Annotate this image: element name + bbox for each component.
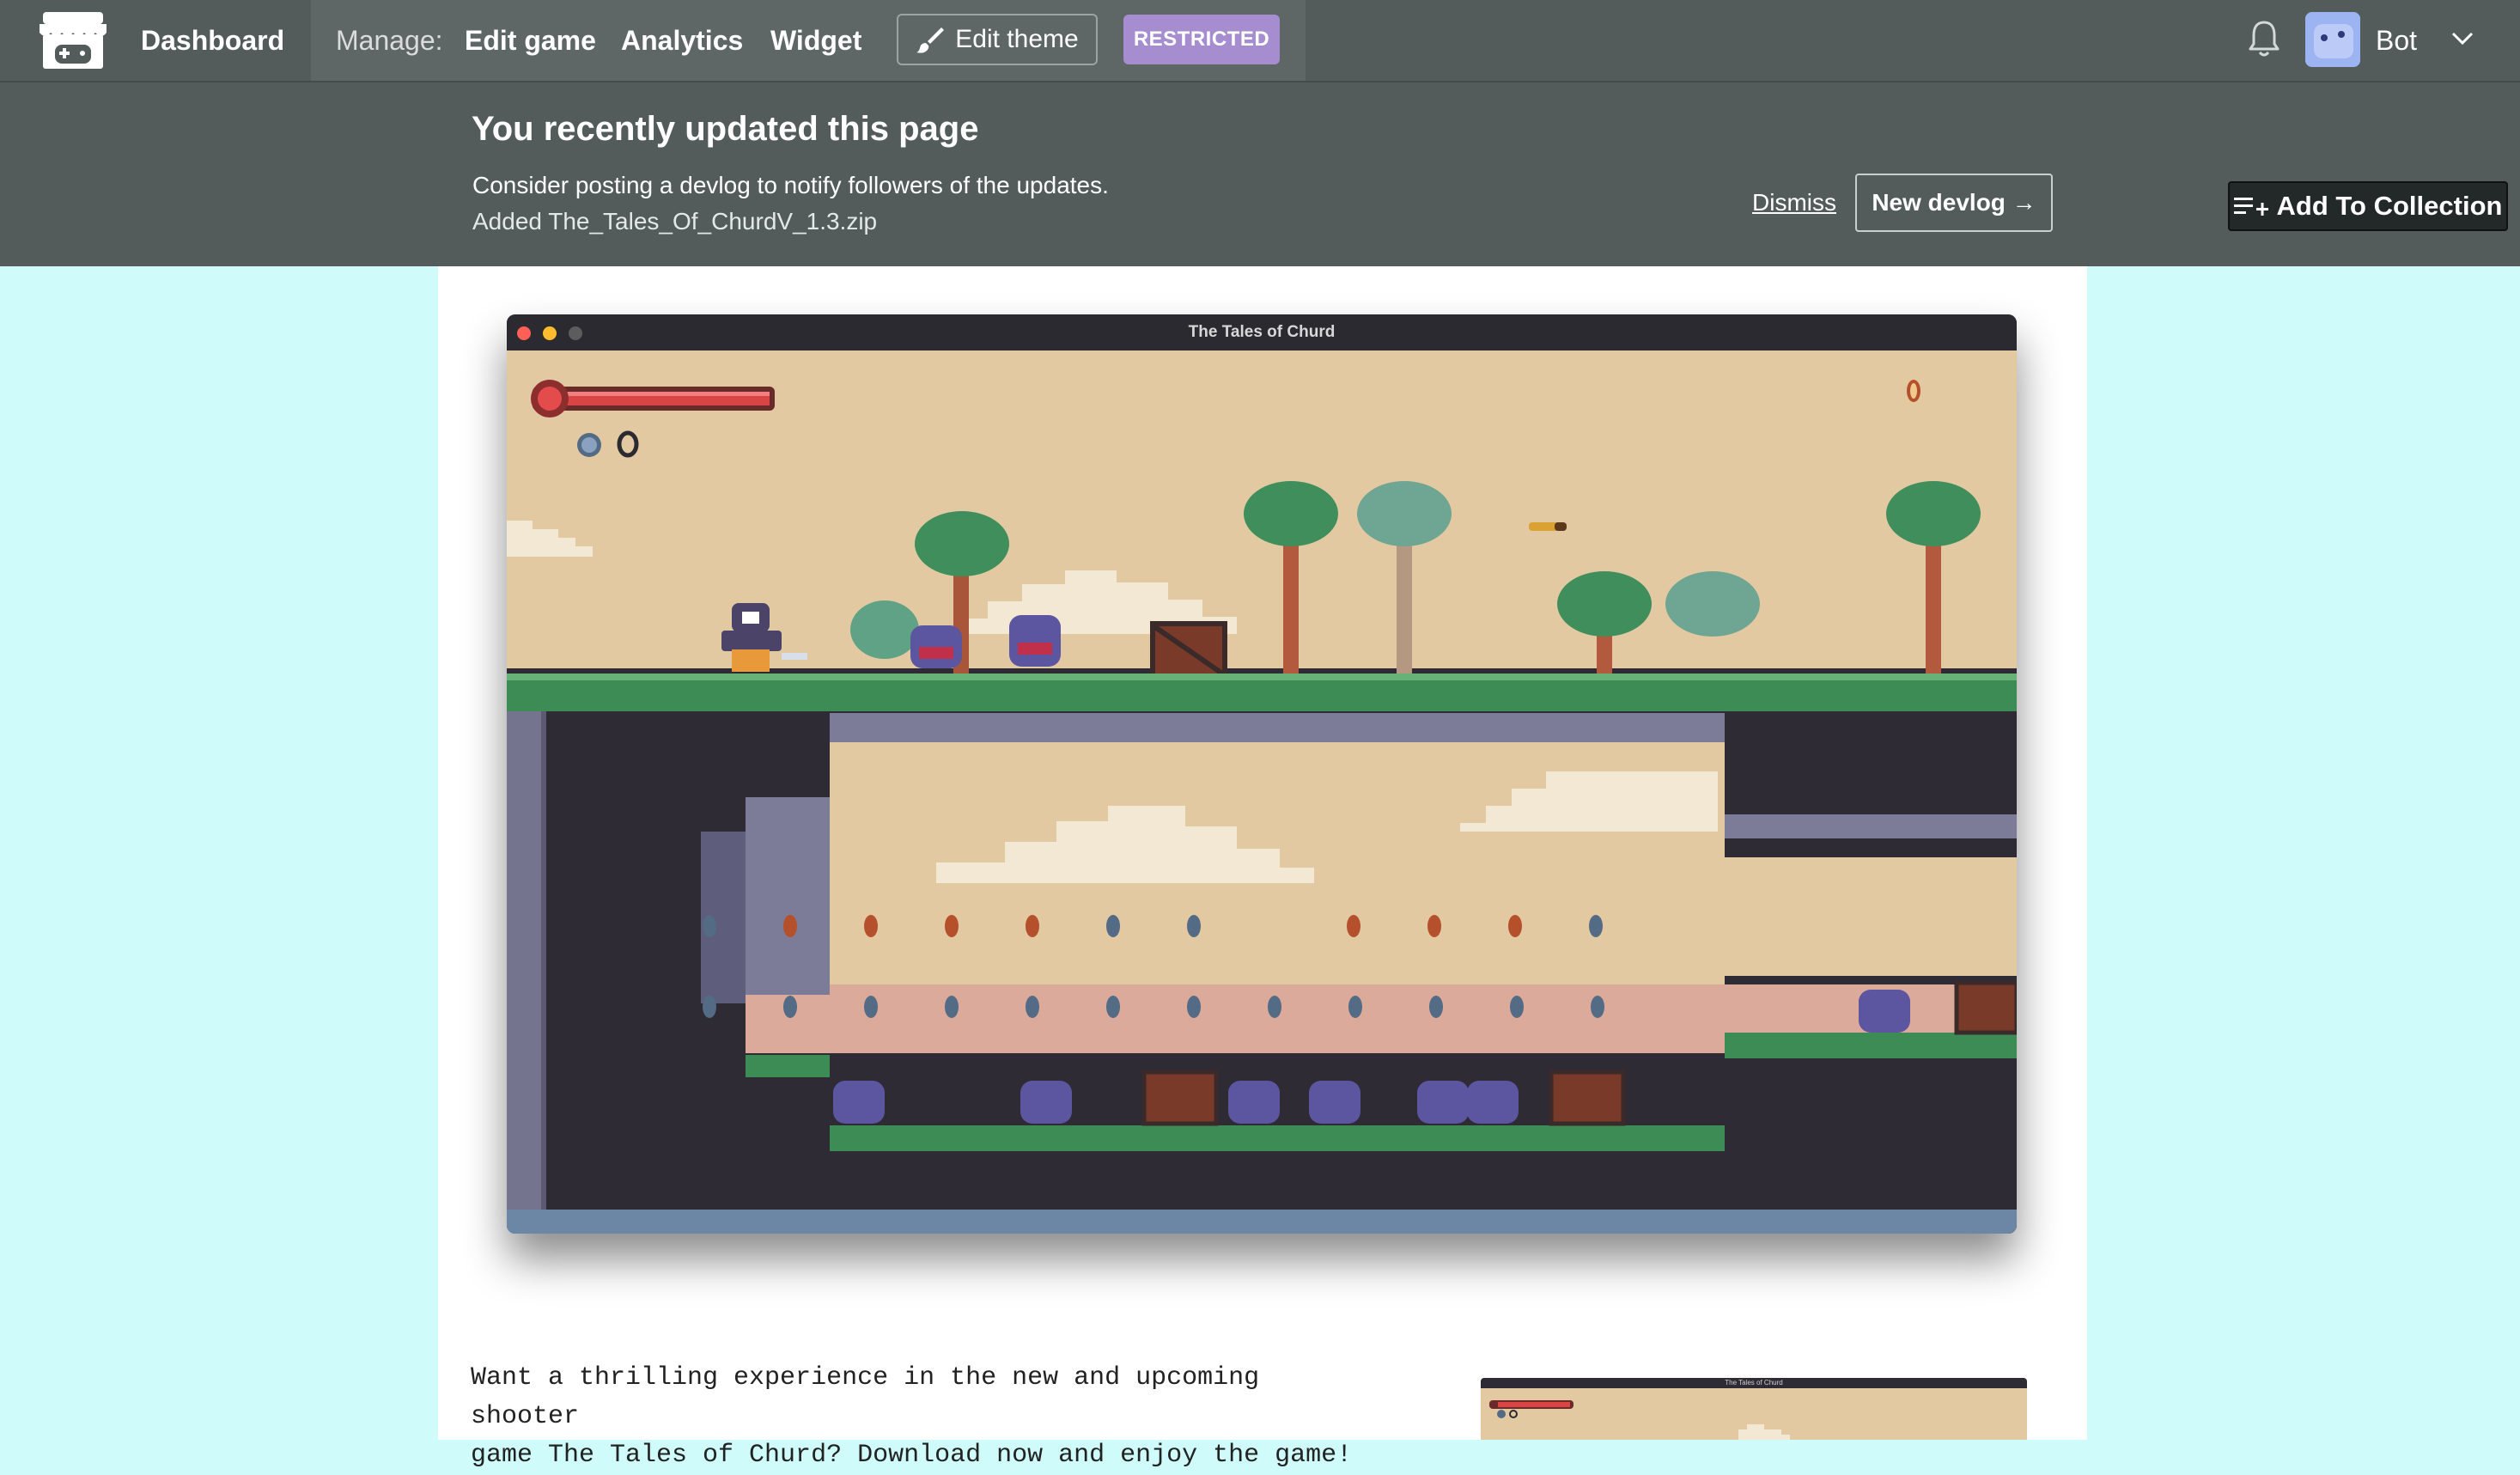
avatar-image [2305, 12, 2360, 67]
screenshot-window-title: The Tales of Churd [1188, 323, 1336, 341]
nav-widget-link[interactable]: Widget [770, 0, 861, 81]
thumbnail-window-title: The Tales of Churd [1725, 1379, 1783, 1387]
add-to-collection-label: Add To Collection [2276, 191, 2503, 221]
nav-edit-game-link[interactable]: Edit game [465, 0, 596, 81]
game-description: Want a thrilling experience in the new a… [471, 1359, 1373, 1475]
edit-theme-label: Edit theme [955, 25, 1079, 53]
nav-dashboard-link[interactable]: Dashboard [141, 0, 284, 81]
itchio-logo-icon[interactable] [36, 9, 110, 74]
edit-theme-button[interactable]: Edit theme [897, 14, 1098, 65]
thumbnail-image [1481, 1388, 2027, 1440]
screenshot-thumbnail[interactable]: The Tales of Churd [1481, 1378, 2027, 1440]
description-line-1: Want a thrilling experience in the new a… [471, 1363, 1260, 1431]
banner-file-note: Added The_Tales_Of_ChurdV_1.3.zip [472, 208, 878, 235]
add-to-collection-button[interactable]: Add To Collection [2228, 181, 2508, 231]
banner-title: You recently updated this page [472, 110, 979, 148]
nav-analytics-link[interactable]: Analytics [621, 0, 743, 81]
user-name[interactable]: Bot [2376, 0, 2417, 81]
update-notification-banner: You recently updated this page Consider … [0, 82, 2520, 266]
paintbrush-icon [916, 27, 945, 53]
bell-icon[interactable] [2247, 19, 2281, 58]
game-scene-image [507, 350, 2017, 1234]
top-navigation-bar: Dashboard Manage: Edit game Analytics Wi… [0, 0, 2520, 82]
dismiss-link[interactable]: Dismiss [1752, 189, 1836, 216]
new-devlog-button[interactable]: New devlog → [1855, 174, 2053, 232]
chevron-down-icon[interactable] [2450, 26, 2475, 52]
description-line-2: game The Tales of Churd? Download now an… [471, 1441, 1353, 1470]
manage-label: Manage: [336, 25, 443, 56]
user-avatar[interactable] [2305, 12, 2360, 67]
playlist-add-icon [2233, 198, 2268, 216]
banner-message: Consider posting a devlog to notify foll… [472, 172, 1109, 198]
game-screenshot-window[interactable]: The Tales of Churd [507, 314, 2017, 1234]
restricted-badge[interactable]: RESTRICTED [1123, 15, 1280, 64]
screenshot-titlebar: The Tales of Churd [507, 314, 2017, 351]
